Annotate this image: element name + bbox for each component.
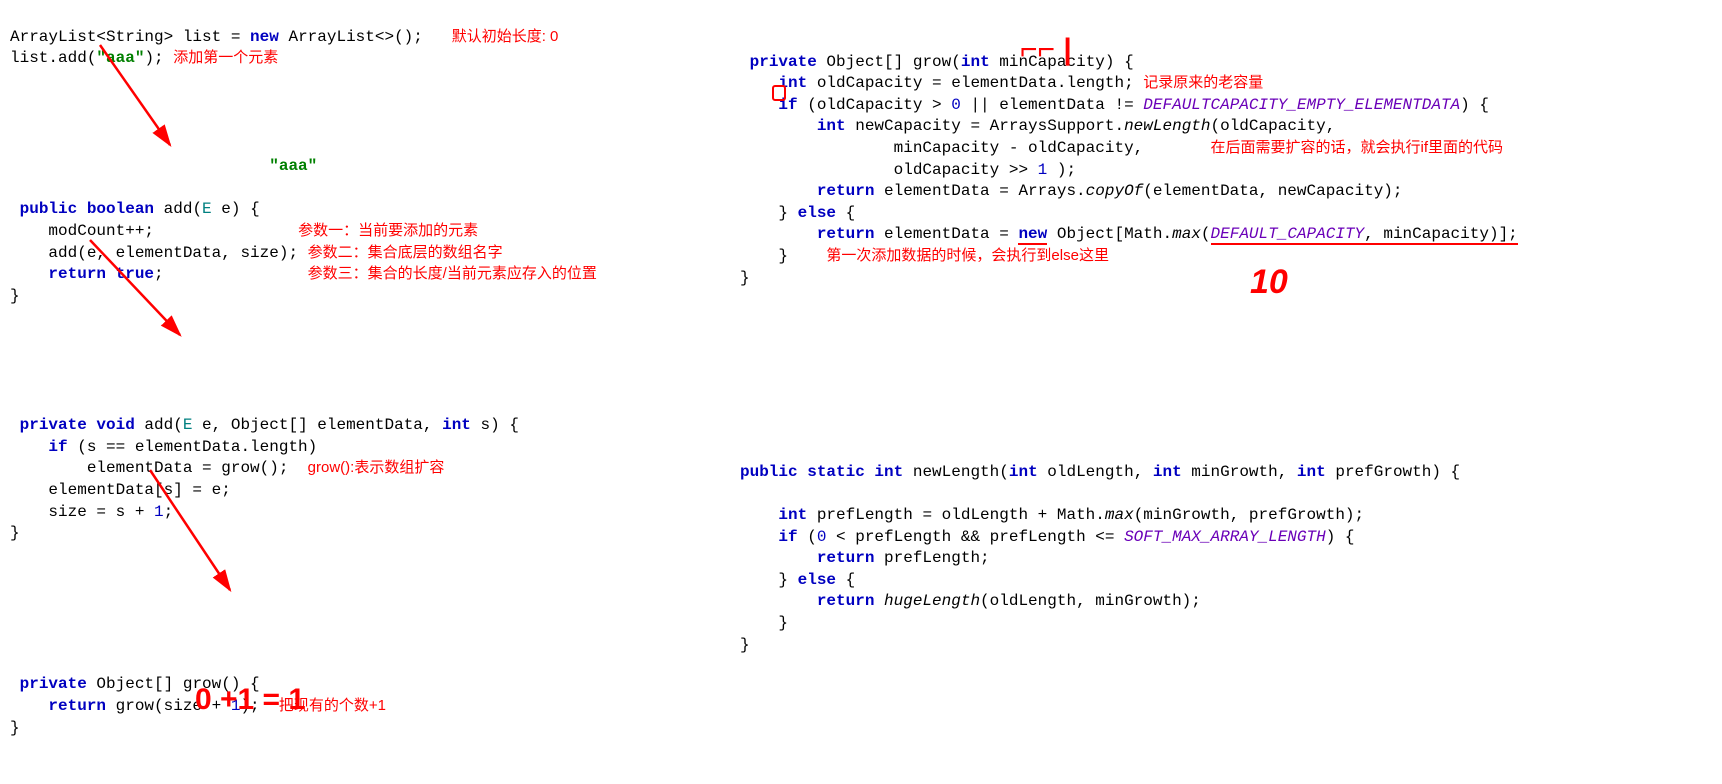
code-line: }	[740, 269, 750, 287]
code-line: int oldCapacity = elementData.length; 记录…	[740, 74, 1263, 92]
code-line: int prefLength = oldLength + Math.max(mi…	[740, 506, 1364, 524]
code-line: }	[740, 636, 750, 654]
handdrawn-0plus1: 0 +1 = 1	[195, 680, 305, 721]
annotation-grow: grow():表示数组扩容	[308, 459, 445, 476]
arrow-3	[140, 465, 250, 605]
annotation-old-capacity: 记录原来的老容量	[1143, 74, 1263, 91]
handdrawn-10: 10	[1250, 260, 1288, 306]
code-line: } 第一次添加数据的时候，会执行到else这里	[740, 247, 1109, 265]
code-line: return elementData = new Object[Math.max…	[740, 225, 1518, 245]
newlength-signature: public static int newLength(int oldLengt…	[740, 463, 1460, 481]
right-code-column: private Object[] grow(int minCapacity) {…	[740, 30, 1710, 656]
annotation-param2: 参数二：集合底层的数组名字	[308, 244, 503, 261]
code-line: oldCapacity >> 1 );	[740, 161, 1076, 179]
code-line: if (oldCapacity > 0 || elementData != DE…	[740, 96, 1489, 114]
annotation-if-branch: 在后面需要扩容的话，就会执行if里面的代码	[1210, 139, 1503, 156]
annotation-param3: 参数三：集合的长度/当前元素应存入的位置	[308, 265, 597, 282]
aaa-label: "aaa"	[269, 157, 317, 175]
annotation-param1: 参数一：当前要添加的元素	[298, 222, 478, 239]
grow-int-signature: private Object[] grow(int minCapacity) {	[740, 53, 1134, 71]
code-line: return prefLength;	[740, 549, 990, 567]
code-line: int newCapacity = ArraysSupport.newLengt…	[740, 117, 1335, 135]
arrow-2	[80, 235, 200, 350]
code-line: if (s == elementData.length)	[10, 438, 317, 456]
handdrawn-1: ⌐⌐ |	[1020, 30, 1072, 71]
code-line: }	[10, 524, 20, 542]
annotation-else-branch: 第一次添加数据的时候，会执行到else这里	[826, 247, 1109, 264]
code-line: }	[10, 719, 20, 737]
code-line: } else {	[740, 204, 855, 222]
code-line: minCapacity - oldCapacity, 在后面需要扩容的话，就会执…	[740, 139, 1503, 157]
arrow-1	[90, 40, 190, 160]
add-boolean-signature: public boolean add(E e) {	[10, 200, 260, 218]
add-void-signature: private void add(E e, Object[] elementDa…	[10, 416, 519, 434]
code-line: if (0 < prefLength && prefLength <= SOFT…	[740, 528, 1355, 546]
code-line: }	[10, 287, 20, 305]
code-line: }	[740, 614, 788, 632]
code-line: return hugeLength(oldLength, minGrowth);	[740, 592, 1201, 610]
code-line: } else {	[740, 571, 855, 589]
code-line: return elementData = Arrays.copyOf(eleme…	[740, 182, 1403, 200]
handdrawn-circle-1	[772, 85, 786, 101]
annotation-default-length: 默认初始长度: 0	[452, 28, 559, 45]
